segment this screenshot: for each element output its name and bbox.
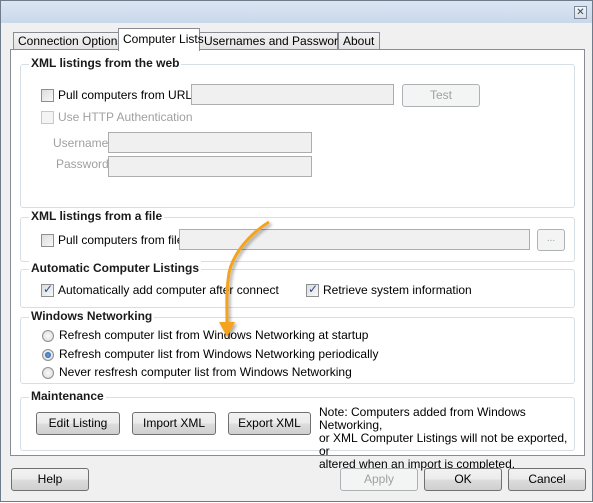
import-xml-button[interactable]: Import XML bbox=[132, 412, 216, 435]
ok-button[interactable]: OK bbox=[424, 468, 502, 491]
refresh-periodically-label: Refresh computer list from Windows Netwo… bbox=[59, 347, 379, 361]
apply-button[interactable]: Apply bbox=[340, 468, 418, 491]
automatic-listings-group: Automatic Computer Listings Automaticall… bbox=[20, 261, 575, 308]
refresh-periodically-radio[interactable] bbox=[42, 349, 54, 361]
group-title: Automatic Computer Listings bbox=[29, 261, 202, 275]
maintenance-note: Note: Computers added from Windows Netwo… bbox=[319, 406, 574, 471]
group-title: Windows Networking bbox=[29, 309, 155, 323]
title-bar: ✕ bbox=[1, 1, 592, 23]
password-label: Password: bbox=[56, 157, 113, 171]
file-path-input[interactable] bbox=[179, 229, 530, 250]
browse-button[interactable]: ... bbox=[537, 229, 565, 251]
maintenance-group: Maintenance Edit Listing Import XML Expo… bbox=[20, 389, 575, 471]
pull-from-url-checkbox[interactable] bbox=[41, 89, 54, 102]
password-input[interactable] bbox=[108, 156, 312, 177]
windows-networking-group: Windows Networking Refresh computer list… bbox=[20, 309, 575, 384]
tab-about[interactable]: About bbox=[338, 32, 380, 50]
url-input[interactable] bbox=[191, 84, 394, 105]
file-listings-group: XML listings from a file Pull computers … bbox=[20, 209, 575, 262]
pull-from-file-label: Pull computers from file: bbox=[58, 233, 187, 247]
retrieve-system-info-label: Retrieve system information bbox=[323, 283, 472, 297]
username-input[interactable] bbox=[108, 132, 312, 153]
group-title: XML listings from the web bbox=[29, 56, 182, 70]
http-auth-checkbox[interactable] bbox=[41, 111, 54, 124]
username-label: Username: bbox=[53, 136, 112, 150]
close-icon[interactable]: ✕ bbox=[574, 6, 587, 19]
group-title: Maintenance bbox=[29, 389, 106, 403]
never-refresh-label: Never resfresh computer list from Window… bbox=[59, 365, 352, 379]
edit-listing-button[interactable]: Edit Listing bbox=[36, 412, 120, 435]
tab-computer-lists[interactable]: Computer Lists bbox=[118, 28, 204, 51]
export-xml-button[interactable]: Export XML bbox=[228, 412, 311, 435]
refresh-at-startup-label: Refresh computer list from Windows Netwo… bbox=[59, 328, 369, 342]
tab-connection-options[interactable]: Connection Options bbox=[13, 32, 123, 50]
group-title: XML listings from a file bbox=[29, 209, 165, 223]
help-button[interactable]: Help bbox=[11, 468, 89, 491]
retrieve-system-info-checkbox[interactable] bbox=[306, 282, 319, 297]
computer-lists-dialog: ✕ Connection Options Computer Lists User… bbox=[0, 0, 593, 502]
web-listings-group: XML listings from the web Pull computers… bbox=[20, 56, 575, 208]
note-line: Note: Computers added from Windows Netwo… bbox=[319, 405, 526, 432]
note-line: or XML Computer Listings will not be exp… bbox=[319, 431, 568, 458]
auto-add-label: Automatically add computer after connect bbox=[58, 283, 279, 297]
auto-add-checkbox[interactable] bbox=[41, 282, 54, 297]
pull-from-file-checkbox[interactable] bbox=[41, 234, 54, 247]
never-refresh-radio[interactable] bbox=[42, 367, 54, 379]
test-button[interactable]: Test bbox=[402, 84, 480, 107]
http-auth-label: Use HTTP Authentication bbox=[58, 110, 193, 124]
cancel-button[interactable]: Cancel bbox=[508, 468, 586, 491]
pull-from-url-label: Pull computers from URL: bbox=[58, 88, 196, 102]
refresh-at-startup-radio[interactable] bbox=[42, 330, 54, 342]
tab-usernames-and-passwords[interactable]: Usernames and Passwords bbox=[199, 32, 351, 50]
